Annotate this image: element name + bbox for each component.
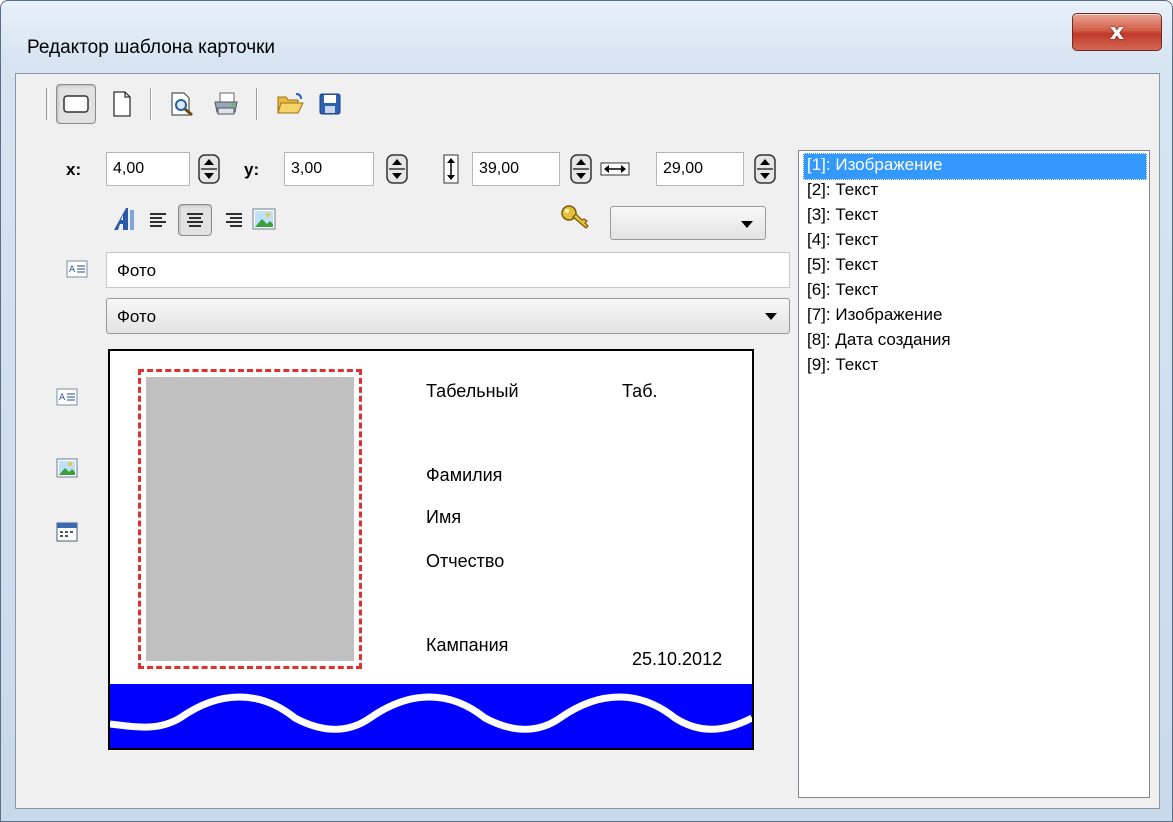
toolbar-separator [150, 88, 152, 120]
card-front-icon [63, 95, 89, 113]
open-folder-icon [277, 93, 304, 114]
add-text-button[interactable]: A [56, 388, 80, 412]
print-preview-icon [171, 92, 193, 117]
spin-icon [198, 154, 220, 184]
add-date-button[interactable] [56, 522, 80, 546]
card-front-button[interactable] [56, 84, 96, 124]
data-field-combo[interactable]: Фото [106, 298, 790, 334]
chevron-down-icon [741, 221, 753, 228]
y-label: y: [244, 160, 260, 179]
height-icon [442, 154, 460, 189]
add-text-icon: A [56, 388, 78, 406]
dialog-client-area: x: 4,00 y: 3,00 39,00 29,00 A Фото Фото … [15, 73, 1160, 809]
text-element-icon: A [66, 260, 88, 283]
x-field[interactable]: 4,00 [106, 152, 190, 186]
font-icon [114, 208, 134, 230]
print-icon [214, 92, 238, 115]
spin-icon [754, 154, 776, 184]
add-image-button[interactable] [56, 458, 80, 482]
spin-icon [386, 154, 408, 184]
key-icon [560, 204, 592, 237]
print-preview-button[interactable] [162, 84, 202, 124]
card-label-surname[interactable]: Фамилия [426, 465, 502, 486]
font-button[interactable] [112, 206, 140, 237]
list-item[interactable]: [4]: Текст [803, 228, 1147, 255]
key-field-combo[interactable] [610, 206, 766, 240]
card-back-icon [113, 91, 131, 117]
open-button[interactable] [270, 84, 310, 124]
title-bar[interactable]: Редактор шаблона карточки x [1, 1, 1172, 71]
list-item[interactable]: [5]: Текст [803, 253, 1147, 280]
svg-text:A: A [69, 265, 76, 275]
print-button[interactable] [206, 84, 246, 124]
height-field[interactable]: 39,00 [472, 152, 560, 186]
width-icon [600, 160, 630, 183]
align-center-button[interactable] [178, 204, 212, 236]
svg-text:A: A [59, 393, 66, 403]
chevron-down-icon [765, 313, 777, 320]
card-label-tab-value[interactable]: Таб. [622, 381, 658, 402]
list-item[interactable]: [6]: Текст [803, 278, 1147, 305]
list-item[interactable]: [1]: Изображение [803, 153, 1147, 180]
card-template-editor-window: Редактор шаблона карточки x x: 4,00 y: 3… [0, 0, 1173, 822]
card-label-tab-caption[interactable]: Табельный [426, 381, 519, 402]
y-spinner[interactable] [386, 154, 408, 184]
toolbar [34, 80, 1154, 126]
width-field[interactable]: 29,00 [656, 152, 744, 186]
x-spinner[interactable] [198, 154, 220, 184]
toolbar-grip[interactable] [46, 88, 49, 120]
data-field-combo-value: Фото [117, 307, 157, 326]
spin-icon [570, 154, 592, 184]
window-title: Редактор шаблона карточки [27, 37, 276, 58]
card-footer-band[interactable] [110, 684, 752, 748]
element-text-input[interactable]: Фото [106, 252, 790, 288]
align-left-icon [150, 213, 166, 227]
list-item[interactable]: [9]: Текст [803, 353, 1147, 380]
align-center-icon [187, 213, 203, 227]
list-item[interactable]: [8]: Дата создания [803, 328, 1147, 355]
card-label-date[interactable]: 25.10.2012 [632, 649, 752, 670]
card-design-canvas[interactable]: Табельный Таб. Фамилия Имя Отчество Камп… [108, 349, 754, 750]
close-icon: x [1109, 19, 1125, 45]
y-field[interactable]: 3,00 [284, 152, 374, 186]
photo-fill [146, 377, 354, 661]
align-left-button[interactable] [148, 210, 170, 235]
card-label-company[interactable]: Кампания [426, 635, 536, 656]
wave-decoration [110, 693, 752, 733]
list-item[interactable]: [7]: Изображение [803, 303, 1147, 330]
align-right-button[interactable] [222, 210, 244, 235]
calendar-icon [56, 522, 78, 542]
card-back-button[interactable] [102, 84, 142, 124]
list-item[interactable]: [2]: Текст [803, 178, 1147, 205]
height-spinner[interactable] [570, 154, 592, 184]
close-button[interactable]: x [1072, 13, 1162, 51]
width-spinner[interactable] [754, 154, 776, 184]
image-icon [252, 208, 276, 230]
x-label: x: [66, 160, 82, 179]
save-icon [319, 93, 341, 115]
align-right-icon [226, 213, 242, 227]
card-label-name[interactable]: Имя [426, 507, 461, 528]
list-item[interactable]: [3]: Текст [803, 203, 1147, 230]
photo-placeholder[interactable] [138, 369, 362, 669]
save-button[interactable] [310, 84, 350, 124]
elements-listbox[interactable]: [1]: Изображение [2]: Текст [3]: Текст [… [798, 150, 1150, 798]
toolbar-separator [256, 88, 258, 120]
add-image-icon [56, 458, 78, 478]
card-label-patronymic[interactable]: Отчество [426, 551, 536, 572]
image-button[interactable] [252, 208, 276, 235]
